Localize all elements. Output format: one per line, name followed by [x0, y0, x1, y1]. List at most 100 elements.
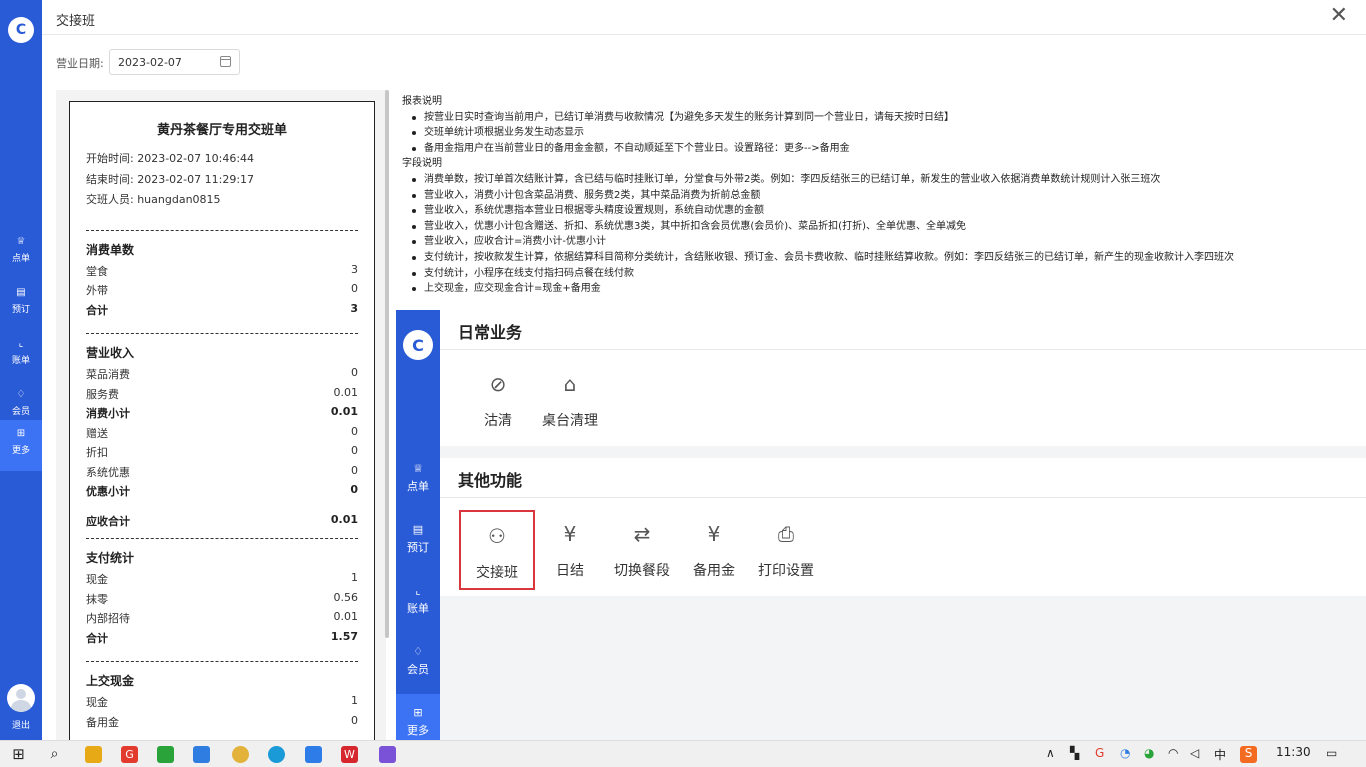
list-item: 备用金指用户在当前营业日的备用金金额，不自动顺延至下个营业日。设置路径：更多--… — [402, 141, 1352, 157]
report-explanation: 报表说明 按营业日实时查询当前用户，已结订单消费与收款情况【为避免多天发生的账务… — [402, 94, 1352, 297]
wallet-icon: ¥ — [707, 522, 721, 546]
receipt-row: 外带 0 — [86, 282, 358, 297]
printer-icon: ⎙ — [778, 522, 794, 546]
book-icon: ▤ — [16, 287, 26, 298]
tile-print-settings[interactable]: ⎙ 打印设置 — [748, 510, 824, 590]
tile-label: 切换餐段 — [614, 563, 670, 579]
sidebar-item-booking[interactable]: ▤ 预订 — [0, 279, 42, 330]
chrome-icon[interactable] — [232, 746, 249, 763]
receipt-scrollbar[interactable] — [385, 90, 389, 638]
calendar-icon[interactable] — [220, 56, 231, 67]
embedded-sidebar: C ♕ 点单 ▤ 预订 ⌞ 账单 ♢ 会员 ⊞ 更多 — [396, 310, 440, 740]
date-picker-input[interactable]: 2023-02-07 — [109, 49, 240, 75]
wechat-icon[interactable] — [157, 746, 174, 763]
list-item: 营业收入，系统优惠指本营业日根据零头精度设置规则，系统自动优惠的金额 — [402, 203, 1352, 219]
sidebar-item-label: 预订 — [407, 541, 429, 554]
tile-day-end[interactable]: ¥ 日结 — [532, 510, 608, 590]
app-star-icon[interactable] — [305, 746, 322, 763]
search-icon[interactable]: ⌕ — [46, 746, 63, 763]
tile-label: 沽清 — [484, 413, 512, 429]
sidebar-item-bills[interactable]: ⌞ 账单 — [0, 330, 42, 381]
sidebar-item-more[interactable]: ⊞ 更多 — [396, 694, 440, 740]
list-item: 营业收入，应收合计=消费小计-优惠小计 — [402, 234, 1352, 250]
receipt: 黄丹茶餐厅专用交班单 开始时间: 2023-02-07 10:46:44 结束时… — [69, 101, 375, 761]
tile-table-clean[interactable]: ⌂ 桌台清理 — [532, 360, 608, 440]
yen-circle-icon: ¥ — [563, 522, 577, 546]
list-item: 支付统计，小程序在线支付指扫码点餐在线付款 — [402, 266, 1352, 282]
grid-icon: ⊞ — [413, 706, 423, 719]
switch-icon: ⇄ — [633, 522, 651, 546]
app-tray-icon[interactable]: ▚ — [1070, 746, 1079, 760]
broom-icon: ⌂ — [563, 372, 577, 396]
tile-label: 备用金 — [693, 563, 735, 579]
sidebar-item-more[interactable]: ⊞ 更多 — [0, 420, 42, 471]
qq-icon[interactable] — [193, 746, 210, 763]
sidebar-item-label: 账单 — [11, 356, 30, 366]
sidebar-item-label: 更多 — [407, 724, 429, 737]
tile-switch-period[interactable]: ⇄ 切换餐段 — [604, 510, 680, 590]
sidebar-item-members[interactable]: ♢ 会员 — [396, 633, 440, 694]
app-mountain-icon[interactable] — [379, 746, 396, 763]
sidebar-item-label: 会员 — [407, 663, 429, 676]
dialog-titlebar: 交接班 ✕ — [42, 0, 1366, 35]
receipt-row: 现金 1 — [86, 571, 358, 586]
field-explanation-title: 字段说明 — [402, 158, 442, 170]
notification-icon[interactable]: ▭ — [1326, 746, 1337, 760]
receipt-row: 合计 1.57 — [86, 629, 358, 645]
wifi-icon[interactable]: ◠ — [1168, 746, 1178, 760]
tag-icon: ⊘ — [489, 372, 507, 396]
qq-tray-icon[interactable]: ◔ — [1120, 746, 1130, 760]
close-icon[interactable]: ✕ — [1330, 5, 1348, 27]
receipt-row: 菜品消费 0 — [86, 366, 358, 381]
wechat-tray-icon[interactable]: ◕ — [1144, 746, 1154, 760]
avatar[interactable] — [7, 684, 35, 712]
sogou-ime-icon[interactable]: S — [1240, 746, 1257, 763]
receipt-row: 合计 3 — [86, 301, 358, 317]
exit-button[interactable]: 退出 — [0, 718, 42, 731]
edge-icon[interactable] — [268, 746, 285, 763]
receipt-row: 内部招待 0.01 — [86, 610, 358, 625]
tile-petty-cash[interactable]: ¥ 备用金 — [676, 510, 752, 590]
receipt-row: 备用金 0 — [86, 713, 358, 729]
list-item: 营业收入，消费小计包含菜品消费、服务费2类，其中菜品消费为折前总金额 — [402, 188, 1352, 204]
sidebar-item-label: 点单 — [11, 254, 30, 264]
tile-shift-handover[interactable]: ⚇ 交接班 — [459, 510, 535, 590]
file-explorer-icon[interactable] — [85, 746, 102, 763]
list-item: 上交现金，应交现金合计=现金+备用金 — [402, 281, 1352, 297]
volume-icon[interactable]: ◁ — [1190, 746, 1199, 760]
app-logo-icon: C — [403, 330, 433, 360]
tile-sold-out[interactable]: ⊘ 沽清 — [460, 360, 536, 440]
diamond-icon: ♢ — [413, 645, 423, 658]
receipt-preview-area: 黄丹茶餐厅专用交班单 开始时间: 2023-02-07 10:46:44 结束时… — [56, 90, 386, 761]
windows-taskbar: ⊞ ⌕ G W ∧ ▚ G ◔ ◕ ◠ ◁ 中 S 11:30 ▭ — [0, 740, 1366, 767]
windows-start-icon[interactable]: ⊞ — [10, 746, 27, 763]
chevron-up-icon[interactable]: ∧ — [1046, 746, 1055, 760]
divider — [86, 333, 358, 334]
daily-business-panel: 日常业务 ⊘ 沽清 ⌂ 桌台清理 — [440, 310, 1366, 446]
receipt-row: 消费小计 0.01 — [86, 405, 358, 420]
receipt-row: 优惠小计 0 — [86, 483, 358, 498]
receipt-row: 应收合计 0.01 — [86, 512, 358, 528]
ime-indicator[interactable]: 中 — [1214, 746, 1226, 763]
date-label: 营业日期: — [56, 57, 104, 70]
chart-icon: ⌞ — [415, 584, 421, 597]
sidebar-item-bills[interactable]: ⌞ 账单 — [396, 572, 440, 633]
tile-label: 日结 — [556, 563, 584, 579]
sidebar-item-order[interactable]: ♕ 点单 — [396, 450, 440, 511]
app-g-tray-icon[interactable]: G — [1095, 746, 1104, 760]
sidebar-item-order[interactable]: ♕ 点单 — [0, 228, 42, 279]
clock[interactable]: 11:30 — [1276, 745, 1311, 759]
section-title: 营业收入 — [86, 346, 135, 360]
divider — [86, 229, 358, 231]
receipt-row: 服务费 0.01 — [86, 385, 358, 401]
wps-icon[interactable]: W — [341, 746, 358, 763]
app-g-icon[interactable]: G — [121, 746, 138, 763]
receipt-title: 黄丹茶餐厅专用交班单 — [156, 123, 287, 138]
list-item: 交班单统计项根据业务发生动态显示 — [402, 125, 1352, 141]
sidebar-item-booking[interactable]: ▤ 预订 — [396, 511, 440, 572]
receipt-row: 堂食 3 — [86, 262, 358, 278]
tile-label: 交接班 — [476, 565, 518, 581]
crown-icon: ♕ — [16, 236, 26, 247]
list-item: 消费单数，按订单首次结账计算，含已结与临时挂账订单，分堂食与外带2类。例如：李四… — [402, 172, 1352, 188]
embedded-more-screen: C ♕ 点单 ▤ 预订 ⌞ 账单 ♢ 会员 ⊞ 更多 日常业务 ⊘ 沽清 ⌂ 桌 — [396, 310, 1366, 740]
